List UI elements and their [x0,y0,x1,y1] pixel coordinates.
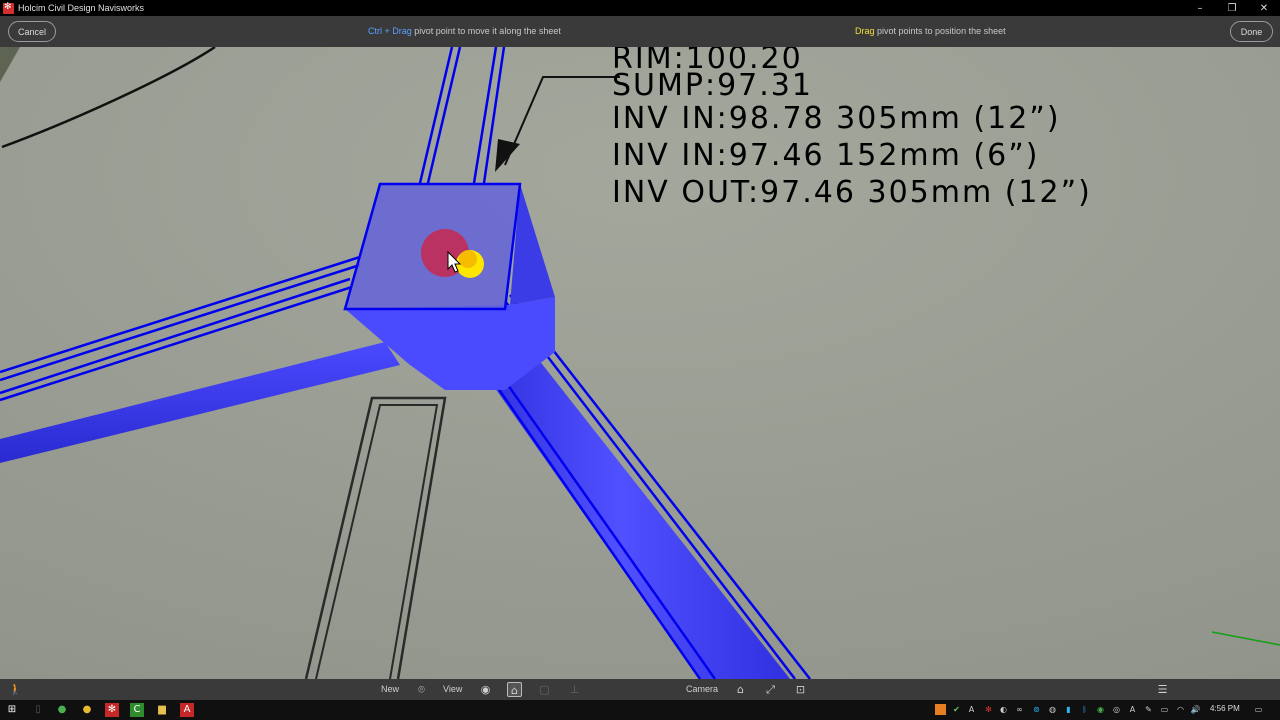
windows-start-icon[interactable]: ⊞ [5,703,19,717]
file-explorer-icon[interactable]: ▆ [155,703,169,717]
measure-icon: ⊥ [569,683,580,696]
tray-app-icon[interactable]: ◐ [998,704,1009,715]
tray-app-icon[interactable]: ✔ [951,704,962,715]
navisworks-icon[interactable]: ✻ [105,703,119,717]
done-button[interactable]: Done [1230,21,1273,42]
pivot-point-overlap [459,250,477,268]
volume-icon[interactable]: 🔊 [1190,704,1201,715]
cancel-button[interactable]: Cancel [8,21,56,42]
restore-icon[interactable]: ❐ [1216,0,1248,16]
chrome-icon[interactable]: ● [80,703,94,717]
navisworks-app-icon [3,2,14,14]
fit-view-icon[interactable]: ⤢ [763,682,778,697]
windows-taskbar: ⊞ ▯ ● ● ✻ C ▆ A ✔ A ✻ ◐ ∞ ⊚ ◍ ▮ ᛒ ◉ ◎ A … [0,700,1280,720]
bluetooth-icon[interactable]: ᛒ [1079,704,1090,715]
autocad-icon[interactable]: A [180,703,194,717]
steam-icon[interactable]: ◍ [1047,704,1058,715]
tray-app-icon[interactable]: ✎ [1143,704,1154,715]
3d-viewport[interactable]: RIM:100.20 SUMP:97.31 INV IN:98.78 305mm… [0,47,1280,679]
tray-app-icon[interactable] [935,704,946,715]
move-pivot-hint: Ctrl + Drag pivot point to move it along… [368,26,561,36]
hint-text-move: pivot point to move it along the sheet [411,26,561,36]
walk-icon[interactable]: 🚶 [8,682,23,697]
tray-app-icon[interactable]: ∞ [1014,704,1025,715]
window-title: Holcim Civil Design Navisworks [18,3,145,13]
task-view-icon[interactable]: ▯ [31,703,45,717]
menu-icon[interactable]: ☰ [1155,682,1170,697]
civil3d-icon[interactable]: C [130,703,144,717]
tray-app-icon[interactable]: A [1127,704,1138,715]
annotation-inv-out: INV OUT:97.46 305mm (12”) [612,175,1092,210]
close-icon[interactable]: ✕ [1248,0,1280,16]
position-sheet-hint: Drag pivot points to position the sheet [855,26,1006,36]
hint-key-ctrl-drag: Ctrl + Drag [368,26,412,36]
focus-icon[interactable]: ⊡ [793,682,808,697]
cube-icon: ▢ [539,683,550,696]
navigation-bar: 🚶 New ⌾ View ◉ ⌂ ▢ ⊥ Camera ⌂ ⤢ ⊡ ☰ [0,679,1280,700]
location-pin-icon[interactable]: ⌾ [414,682,429,697]
annotation-inv-in-2: INV IN:97.46 152mm (6”) [612,138,1040,173]
annotation-sump: SUMP:97.31 [612,68,813,103]
annotation-inv-in-1: INV IN:98.78 305mm (12”) [612,101,1061,136]
eye-icon[interactable]: ◉ [478,682,493,697]
window-title-bar: Holcim Civil Design Navisworks – ❐ ✕ [0,0,1280,16]
hint-text-position: pivot points to position the sheet [874,26,1006,36]
minimize-icon[interactable]: – [1184,0,1216,16]
tray-app-icon[interactable]: ✻ [983,704,994,715]
tray-app-icon[interactable]: ◎ [1111,704,1122,715]
battery-icon[interactable]: ▭ [1159,704,1170,715]
camera-button[interactable]: Camera [686,684,718,694]
taskbar-clock[interactable]: 4:56 PM [1210,704,1240,713]
wifi-icon[interactable]: ◠ [1175,704,1186,715]
home-icon[interactable]: ⌂ [733,682,748,697]
hint-key-drag: Drag [855,26,875,36]
new-button[interactable]: New [381,684,399,694]
sheet-pivot-icon[interactable]: ⌂ [507,682,522,697]
notification-icon[interactable]: ▭ [1253,704,1264,715]
tray-app-icon[interactable]: A [966,704,977,715]
tray-app-icon[interactable]: ⊚ [1031,704,1042,715]
view-button[interactable]: View [443,684,462,694]
sheet-toolbar: Cancel Ctrl + Drag pivot point to move i… [0,16,1280,47]
tray-app-icon[interactable]: ◉ [1095,704,1106,715]
microphone-icon[interactable]: ▮ [1063,704,1074,715]
chrome-icon[interactable]: ● [55,703,69,717]
